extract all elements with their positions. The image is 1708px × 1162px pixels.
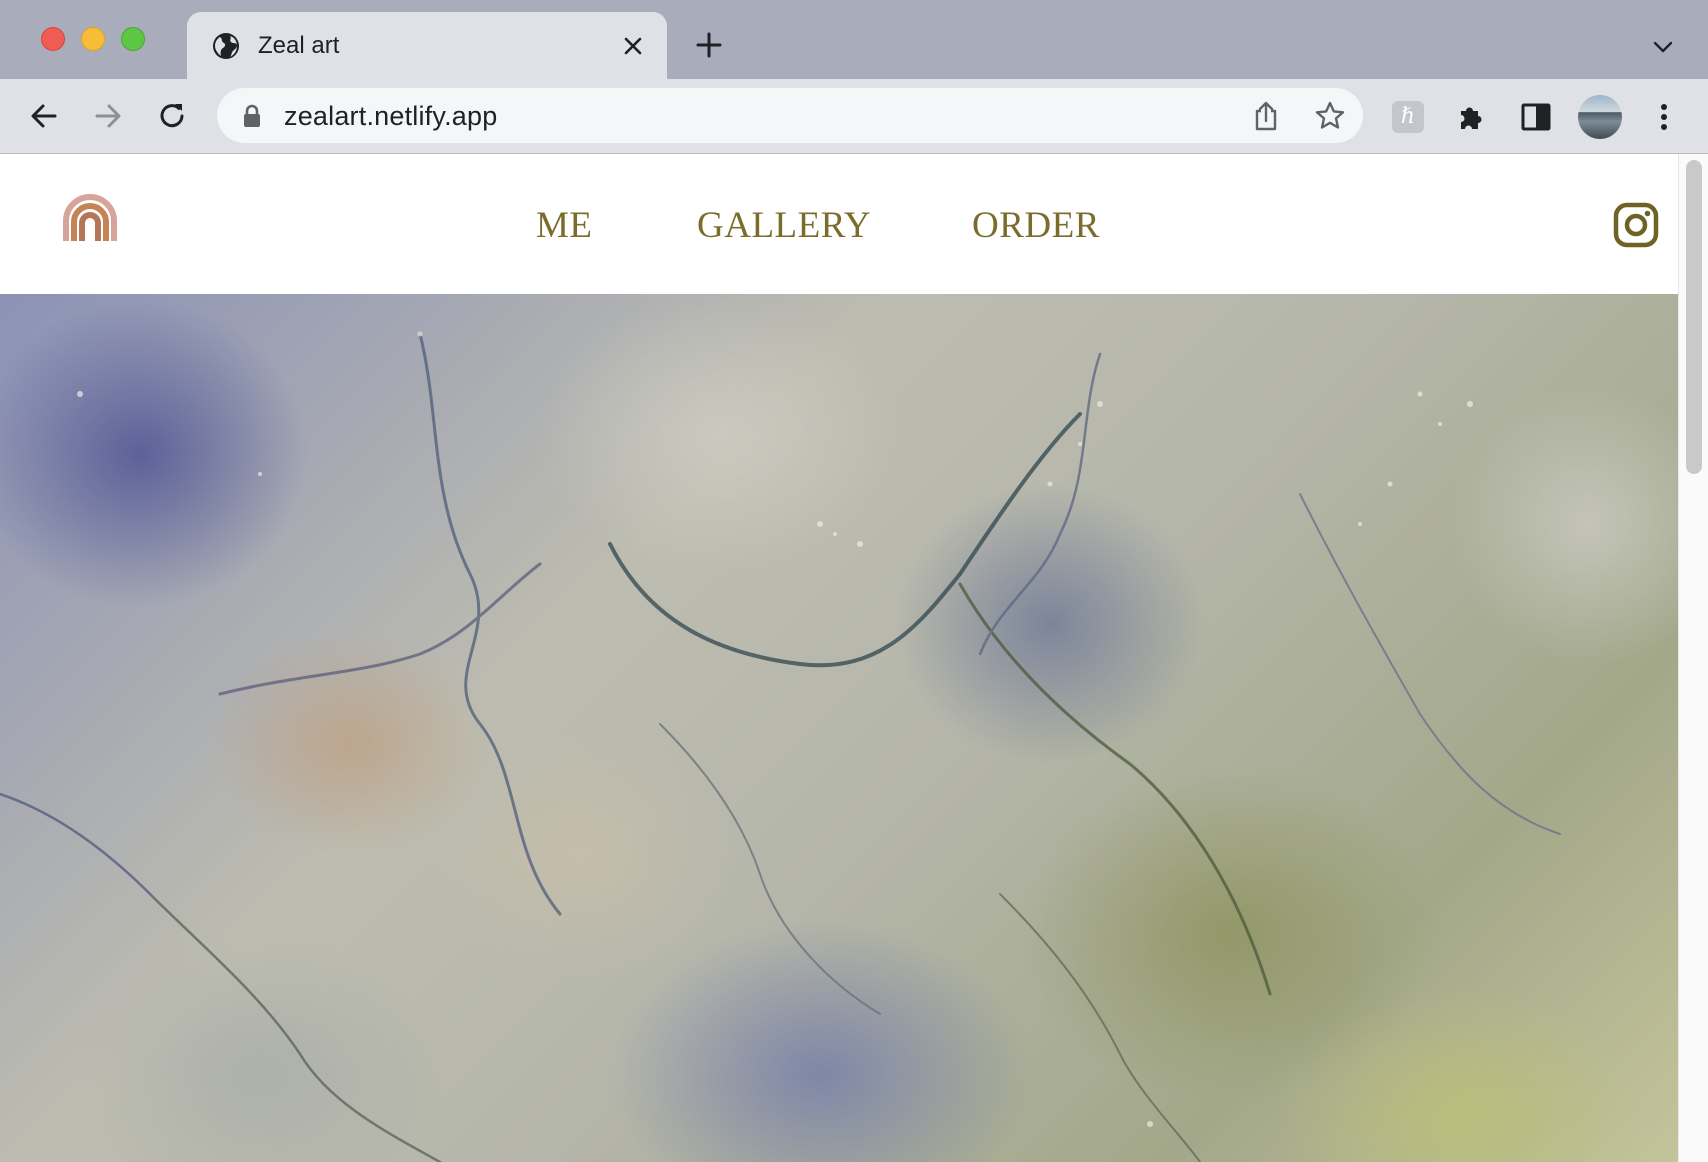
hero-artwork-image [0, 294, 1678, 1162]
forward-arrow-icon[interactable] [92, 100, 124, 132]
rainbow-icon[interactable] [62, 194, 118, 242]
new-tab-plus-icon[interactable] [695, 31, 723, 59]
browser-tab-strip: Zeal art [0, 0, 1708, 79]
share-icon[interactable] [1251, 100, 1281, 132]
instagram-icon[interactable] [1613, 202, 1659, 248]
url-text[interactable]: zealart.netlify.app [284, 101, 497, 131]
page-scrollbar[interactable] [1678, 154, 1708, 1162]
tab-title: Zeal art [258, 32, 340, 59]
puzzle-extensions-icon[interactable] [1455, 101, 1487, 133]
nav-me-link[interactable]: ME [536, 204, 593, 248]
side-panel-icon[interactable] [1520, 101, 1552, 133]
address-bar[interactable]: zealart.netlify.app [217, 88, 1363, 143]
back-arrow-icon[interactable] [28, 100, 60, 132]
browser-tab-active[interactable]: Zeal art [187, 12, 667, 79]
nav-gallery-link[interactable]: GALLERY [697, 204, 871, 248]
profile-avatar[interactable] [1578, 95, 1622, 139]
ink-veins-decoration [0, 331, 1561, 1162]
extension-h-icon[interactable]: ℏ [1392, 101, 1424, 133]
nav-order-link[interactable]: ORDER [972, 204, 1100, 248]
more-menu-icon[interactable] [1648, 101, 1680, 133]
bookmark-star-icon[interactable] [1314, 100, 1346, 132]
window-minimize-button[interactable] [81, 27, 105, 51]
reload-icon[interactable] [156, 100, 188, 132]
globe-icon [213, 33, 239, 59]
page-viewport: ME GALLERY ORDER [0, 154, 1678, 1162]
window-maximize-button[interactable] [121, 27, 145, 51]
lock-icon[interactable] [241, 104, 263, 128]
site-header: ME GALLERY ORDER [0, 154, 1678, 294]
scrollbar-thumb[interactable] [1686, 160, 1702, 474]
chevron-down-icon[interactable] [1651, 35, 1675, 59]
window-close-button[interactable] [41, 27, 65, 51]
browser-toolbar: zealart.netlify.app ℏ [0, 79, 1708, 154]
close-icon[interactable] [621, 34, 645, 58]
